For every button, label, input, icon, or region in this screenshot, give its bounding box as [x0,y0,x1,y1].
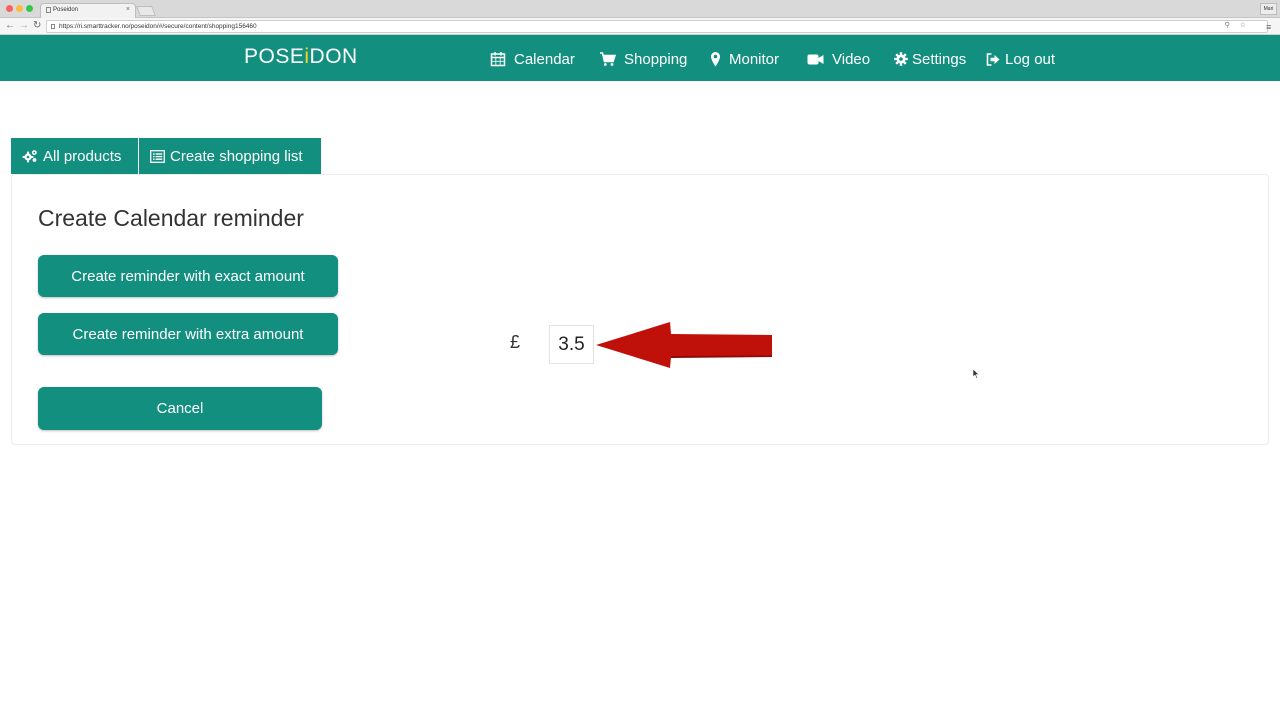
page-icon [46,7,51,13]
logo-text-prefix: POSE [244,45,305,68]
browser-tab-title: Poseidon [53,7,79,13]
url-text: https://ri.smarttracker.no/poseidon/#/se… [59,23,257,30]
create-reminder-extra-button[interactable]: Create reminder with extra amount [38,313,338,355]
nav-shopping-label: Shopping [624,50,688,68]
nav-video[interactable]: Video [807,49,870,69]
red-arrow-annotation [596,322,772,368]
nav-calendar[interactable]: Calendar [490,49,575,69]
browser-tab[interactable]: Poseidon × [40,3,136,18]
amount-value: 3.5 [558,333,585,355]
nav-video-label: Video [832,50,871,68]
logo-text-suffix: DON [309,45,358,68]
gears-icon [22,150,37,163]
address-bar[interactable]: https://ri.smarttracker.no/poseidon/#/se… [46,20,1268,33]
mouse-cursor-icon [972,368,980,379]
gear-icon [894,52,908,66]
nav-settings[interactable]: Settings [894,49,966,69]
forward-icon[interactable]: → [19,20,29,32]
page-title: Create Calendar reminder [38,205,304,231]
browser-toolbar: ← → ↻ https://ri.smarttracker.no/poseido… [0,18,1280,35]
sign-out-icon [986,52,1000,66]
address-bar-icons[interactable]: ⚲ ☆ [1225,21,1250,29]
minimize-window-button[interactable] [16,5,23,12]
nav-logout[interactable]: Log out [986,49,1055,69]
profile-button[interactable]: Mari [1260,3,1277,15]
browser-tab-bar: Poseidon × Mari [0,0,1280,18]
close-window-button[interactable] [6,5,13,12]
nav-monitor-label: Monitor [729,50,780,68]
maximize-window-button[interactable] [26,5,33,12]
cancel-button[interactable]: Cancel [38,387,322,430]
nav-shopping[interactable]: Shopping [599,49,687,69]
back-icon[interactable]: ← [5,20,15,32]
nav-logout-label: Log out [1005,50,1056,68]
reload-icon[interactable]: ↻ [33,20,41,32]
nav-settings-label: Settings [912,50,967,68]
list-icon [150,149,165,163]
logo[interactable]: POSEiDON [244,45,358,69]
video-camera-icon [807,54,824,64]
tab-create-shopping-list-label: Create shopping list [170,147,303,165]
tab-all-products-label: All products [43,147,122,165]
tab-create-shopping-list[interactable]: Create shopping list [139,138,321,174]
menu-icon[interactable]: ≡ [1266,21,1271,33]
create-reminder-exact-button[interactable]: Create reminder with exact amount [38,255,338,297]
cart-icon [600,52,616,66]
nav-calendar-label: Calendar [514,50,575,68]
close-tab-icon[interactable]: × [126,6,130,13]
calendar-icon [490,52,506,67]
page-info-icon [51,24,55,29]
currency-symbol: £ [510,332,521,352]
nav-monitor[interactable]: Monitor [710,49,779,69]
map-marker-icon [711,52,720,67]
new-tab-button[interactable] [136,6,156,16]
amount-field[interactable]: 3.5 [549,325,594,364]
tab-all-products[interactable]: All products [11,138,138,174]
app-navbar: POSEiDON Calendar Shopping Monitor Video… [0,35,1280,81]
